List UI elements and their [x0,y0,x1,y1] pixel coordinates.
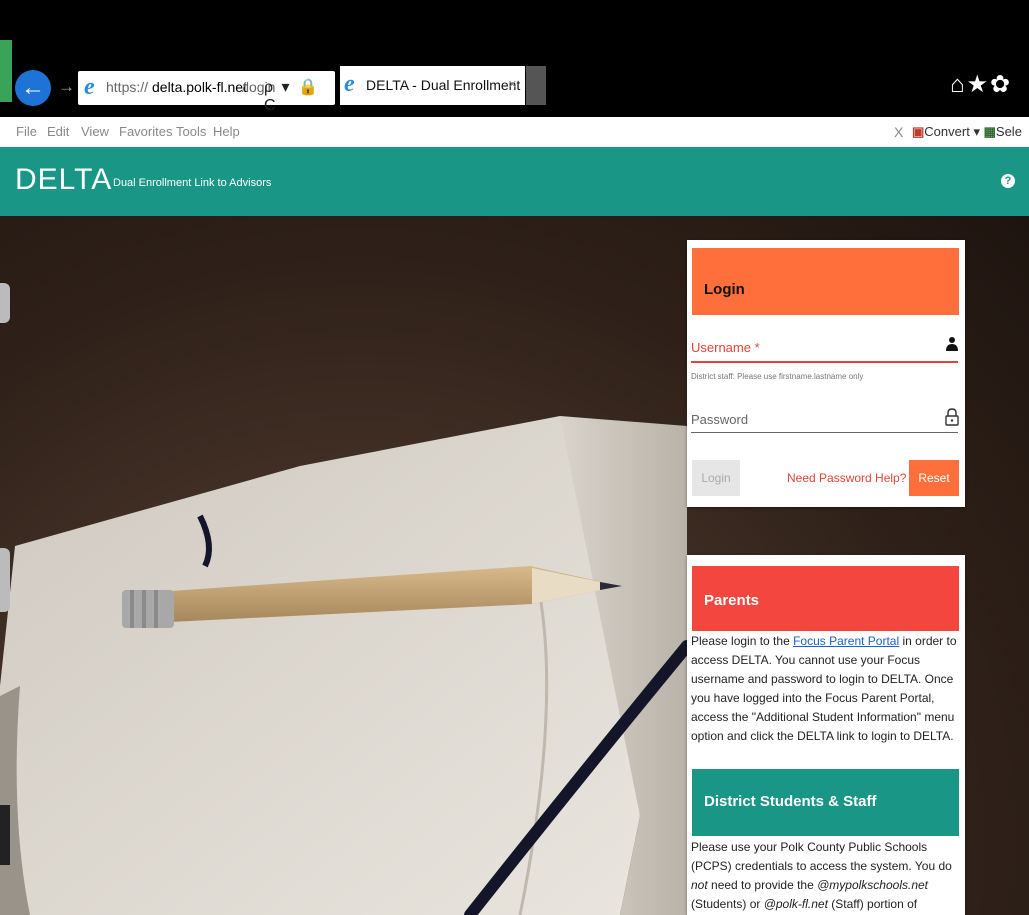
browser-tab[interactable]: e DELTA - Dual Enrollment Li... × [340,66,547,105]
reset-button[interactable]: Reset [909,460,959,496]
chevron-down-icon[interactable]: ▾ [973,124,980,139]
password-input[interactable] [691,432,958,433]
url-protocol: https:// [106,79,149,95]
login-button[interactable]: Login [692,460,740,496]
menu-favorites[interactable]: Favorites [119,124,172,139]
parents-title: Parents [704,592,760,609]
logo-text: DELTA [15,163,113,196]
parents-text: Please login to the Focus Parent Portal … [691,632,961,746]
parents-text-1: Please login to the [691,634,794,648]
select-icon: ▦ [983,124,996,139]
convert-label: Convert [924,124,970,139]
login-card: Login Username * District staff: Please … [687,240,965,507]
parents-header: Parents [692,566,959,631]
window-edge-tab [0,805,10,865]
menu-bar: File Edit View Favorites Tools Help X ▣C… [0,117,1029,147]
window-edge-tab [0,548,10,612]
login-title: Login [704,281,745,298]
back-arrow-icon[interactable]: ← [15,70,51,106]
convert-toolbar[interactable]: ▣Convert ▾ ▦Sele [912,124,1022,140]
app-header: DELTA Dual Enrollment Link to Advisors ? [0,147,1029,216]
delta-logo[interactable]: DELTA [15,163,112,197]
app-tagline: Dual Enrollment Link to Advisors [113,177,272,189]
menu-edit[interactable]: Edit [47,124,69,139]
menu-file[interactable]: File [16,124,37,139]
staff-text-4: (Staff) portion of [827,897,918,911]
tab-title: DELTA - Dual Enrollment Li... [366,77,547,93]
search-lock-refresh-icon[interactable]: ρ ▾ 🔒 C [264,77,335,115]
menu-view[interactable]: View [81,124,109,139]
user-icon [946,337,958,351]
ie-logo-icon: e [84,74,95,100]
window-edge-tab [0,283,10,323]
staff-text-not: not [691,878,708,892]
browser-chrome: ← → e https:// delta.polk-fl.net /login … [0,0,1029,117]
select-label[interactable]: Sele [996,124,1022,139]
parents-text-2: in order to access DELTA. You cannot use… [691,634,957,743]
address-bar[interactable]: e https:// delta.polk-fl.net /login ρ ▾ … [78,71,335,114]
menu-help[interactable]: Help [213,124,240,139]
help-icon[interactable]: ? [1001,174,1015,188]
username-hint: District staff: Please use firstname.las… [691,372,864,381]
pdf-convert-icon: ▣ [912,124,925,139]
gear-icon[interactable]: ✿ [990,71,1012,98]
students-domain: @mypolkschools.net [817,878,929,892]
password-label[interactable]: Password [691,412,748,427]
new-tab-button[interactable] [526,66,546,105]
login-header: Login [692,248,959,315]
staff-text: Please use your Polk County Public Schoo… [691,838,961,914]
staff-text-1: Please use your Polk County Public Schoo… [691,840,952,873]
url-host: delta.polk-fl.net [152,79,247,95]
page: ← → e https:// delta.polk-fl.net /login … [0,0,1029,915]
browser-actions: ⌂★✿ [950,70,1012,99]
staff-domain: @polk-fl.net [763,897,828,911]
staff-text-3: (Students) or [691,897,764,911]
staff-text-2: need to provide the [707,878,818,892]
forward-arrow-icon[interactable]: → [58,77,75,97]
menu-tools[interactable]: Tools [176,124,206,139]
staff-title: District Students & Staff [704,793,877,810]
close-icon[interactable]: × [508,76,517,93]
password-help-link[interactable]: Need Password Help? [787,471,906,485]
padlock-icon [945,408,959,426]
star-icon[interactable]: ★ [967,71,991,98]
toolbar-close-button[interactable]: X [894,124,903,140]
staff-header: District Students & Staff [692,769,959,836]
home-icon[interactable]: ⌂ [950,71,967,98]
focus-parent-portal-link[interactable]: Focus Parent Portal [793,634,899,648]
ie-logo-icon: e [344,71,355,97]
info-card: Parents Please login to the Focus Parent… [687,555,965,915]
username-label[interactable]: Username * [691,340,760,355]
window-edge [0,40,12,102]
username-input[interactable] [691,361,958,363]
